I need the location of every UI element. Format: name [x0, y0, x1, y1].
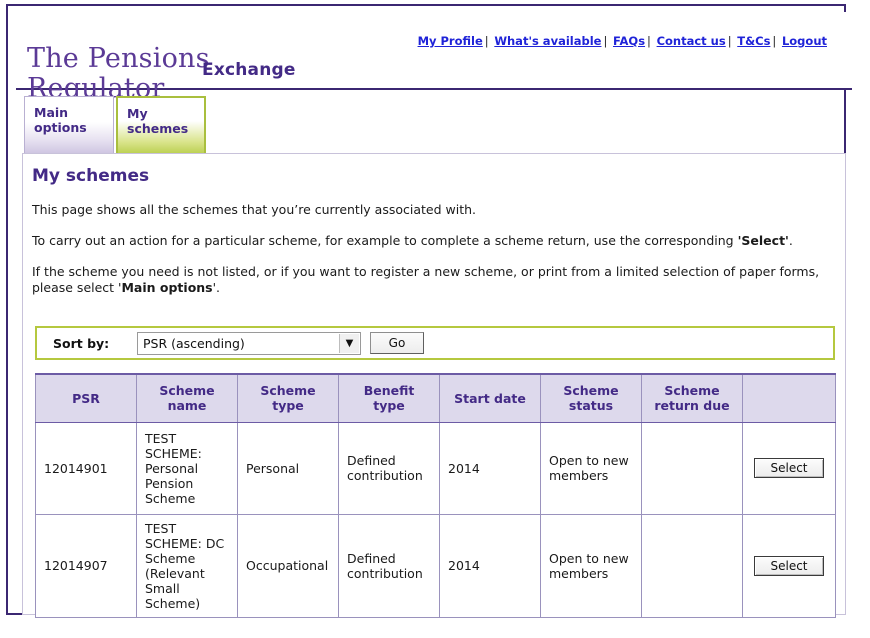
go-button[interactable]: Go: [370, 332, 424, 354]
column-header-scheme-type: Scheme type: [237, 373, 339, 423]
brand-logo-line1: The Pensions: [27, 43, 210, 74]
sort-by-label: Sort by:: [53, 336, 110, 351]
tab-my-schemes-line2: schemes: [127, 121, 189, 136]
nav-separator: |: [727, 34, 732, 48]
tab-main-options-line2: options: [34, 120, 87, 135]
select-button[interactable]: Select: [754, 458, 824, 478]
page-title: My schemes: [32, 166, 150, 186]
top-navigation: My Profile | What's available | FAQs | Cont…: [418, 34, 827, 48]
sort-by-selected-value: PSR (ascending): [143, 336, 245, 351]
intro-paragraph-2: To carry out an action for a particular …: [32, 233, 838, 249]
intro-paragraph-3-bold: Main options: [121, 280, 213, 295]
nav-separator: |: [603, 34, 608, 48]
cell-scheme-name: TEST SCHEME: DC Scheme (Relevant Small S…: [136, 513, 238, 618]
nav-separator: |: [647, 34, 651, 48]
intro-paragraph-1: This page shows all the schemes that you…: [32, 202, 477, 217]
nav-link-faqs[interactable]: FAQs: [613, 34, 645, 48]
column-header-benefit-type: Benefit type: [338, 373, 440, 423]
tab-my-schemes-line1: My: [127, 106, 148, 121]
intro-paragraph-2-before: To carry out an action for a particular …: [32, 233, 738, 248]
nav-link-tcs[interactable]: T&Cs: [737, 34, 770, 48]
intro-paragraph-2-after: .: [788, 233, 793, 248]
tab-strip: Main options My schemes: [16, 92, 852, 153]
column-header-start-date: Start date: [439, 373, 541, 423]
column-header-scheme-status: Scheme status: [540, 373, 642, 423]
nav-link-contact-us[interactable]: Contact us: [657, 34, 726, 48]
cell-scheme-status: Open to new members: [540, 421, 642, 515]
cell-scheme-type: Occupational: [237, 513, 339, 618]
cell-scheme-type: Personal: [237, 421, 339, 515]
cell-start-date: 2014: [439, 421, 541, 515]
schemes-table-header: PSR Scheme name Scheme type Benefit type…: [35, 373, 836, 423]
sort-bar: Sort by: PSR (ascending) ▼ Go: [35, 326, 835, 360]
nav-separator: |: [484, 34, 489, 48]
page-frame: The Pensions Regulator Exchange My Profi…: [6, 4, 852, 618]
table-row: 12014907 TEST SCHEME: DC Scheme (Relevan…: [35, 513, 836, 618]
page-root: The Pensions Regulator Exchange My Profi…: [0, 0, 870, 638]
cell-psr: 12014907: [35, 513, 137, 618]
cell-start-date: 2014: [439, 513, 541, 618]
intro-paragraph-2-bold: 'Select': [737, 233, 789, 248]
cell-benefit-type: Defined contribution: [338, 513, 440, 618]
nav-link-my-profile[interactable]: My Profile: [418, 34, 483, 48]
intro-text: This page shows all the schemes that you…: [32, 202, 838, 296]
masthead: The Pensions Regulator Exchange My Profi…: [16, 12, 852, 104]
nav-link-whats-available[interactable]: What's available: [494, 34, 601, 48]
sort-by-select[interactable]: PSR (ascending) ▼: [137, 332, 361, 355]
table-header-row: PSR Scheme name Scheme type Benefit type…: [35, 373, 836, 423]
intro-paragraph-3-after: '.: [212, 280, 221, 295]
cell-action: Select: [742, 513, 836, 618]
content-panel: My schemes This page shows all the schem…: [22, 153, 846, 618]
nav-link-logout[interactable]: Logout: [782, 34, 827, 48]
column-header-psr: PSR: [35, 373, 137, 423]
cell-scheme-status: Open to new members: [540, 513, 642, 618]
tab-main-options-line1: Main: [34, 105, 69, 120]
nav-separator: |: [772, 34, 777, 48]
column-header-action: [742, 373, 836, 423]
intro-paragraph-3: If the scheme you need is not listed, or…: [32, 264, 838, 296]
select-button[interactable]: Select: [754, 555, 824, 576]
column-header-scheme-return-due: Scheme return due: [641, 373, 743, 423]
schemes-table-body: 12014901 TEST SCHEME: Personal Pension S…: [35, 421, 836, 618]
cell-benefit-type: Defined contribution: [338, 421, 440, 515]
schemes-table: PSR Scheme name Scheme type Benefit type…: [35, 373, 836, 618]
cell-scheme-name: TEST SCHEME: Personal Pension Scheme: [136, 421, 238, 515]
chevron-down-icon: ▼: [339, 334, 359, 353]
column-header-scheme-name: Scheme name: [136, 373, 238, 423]
product-name: Exchange: [202, 60, 296, 80]
tab-my-schemes[interactable]: My schemes: [116, 96, 206, 153]
table-row: 12014901 TEST SCHEME: Personal Pension S…: [35, 421, 836, 515]
cell-scheme-return-due: [641, 421, 743, 515]
cell-action: Select: [742, 421, 836, 515]
tab-main-options[interactable]: Main options: [24, 96, 114, 153]
cell-psr: 12014901: [35, 421, 137, 515]
cell-scheme-return-due: [641, 513, 743, 618]
